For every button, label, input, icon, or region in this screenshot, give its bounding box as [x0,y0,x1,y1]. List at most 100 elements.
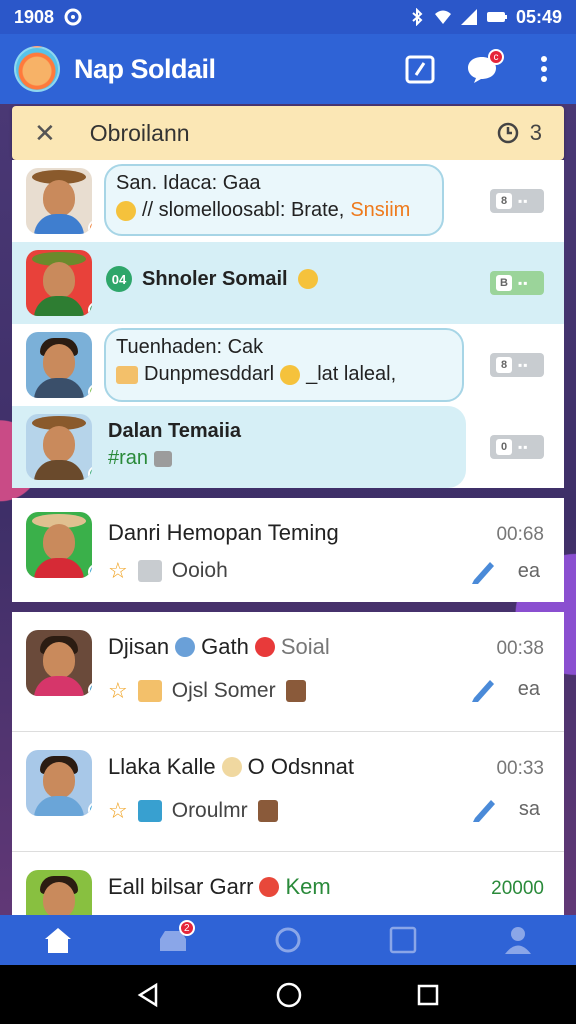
profile-icon [505,927,532,954]
notification-dot: c [488,49,504,65]
emoji-icon [259,877,280,897]
chat-meta: ea [517,677,540,700]
app-bar: Nap Soldail c [0,34,576,104]
pencil-icon [472,800,495,822]
emoji-icon [254,637,275,657]
star-icon: ☆ [108,558,128,583]
battery-icon [486,12,507,22]
pinned-chat-row[interactable]: Dalan Temaiia #ran 0 ▪▪ [12,406,564,488]
filter-bar: ✕ Obroilann 3 [12,106,564,160]
pencil-icon [471,680,494,702]
status-badge: B ▪▪ [490,271,544,295]
image-icon [137,560,162,582]
status-badge: 8 ▪▪ [490,353,544,377]
chat-preview: #ran [108,447,149,469]
chat-preview: ☆ Oroulmr [108,798,278,824]
filter-title: Obroilann [89,119,190,146]
presence-dot [88,466,92,480]
inbox-badge: 2 [178,920,195,936]
status-clock: 05:49 [515,6,562,27]
emoji-icon [116,200,136,221]
chat-time: 00:68 [496,524,544,545]
chat-preview: // slomelloosabl: Brate, [142,199,345,221]
wifi-icon [434,10,451,24]
system-navigation [0,965,576,1024]
nav-cards[interactable] [383,920,423,960]
home-button-icon[interactable] [275,981,303,1009]
chat-preview: ☆ Ojsl Somer [108,678,306,704]
presence-dot [88,384,92,398]
chats-card: Danri Hemopan Teming ☆ Ooioh 00:68 ea [12,498,564,602]
chat-meta: ea [517,559,540,582]
avatar [26,870,92,915]
chat-row[interactable]: Llaka Kalle O Odsnnat ☆ Oroulmr 00:33 sa [12,732,564,852]
message-bubble: Tuenhaden: Cak Dunpmesddarl _lat laleal, [104,328,464,402]
emoji-icon [280,364,301,385]
pinned-group: San. Idaca: Gaa // slomelloosabl: Brate,… [12,160,564,488]
overflow-menu-button[interactable] [526,51,562,87]
avatar [26,512,92,578]
chat-title: San. Idaca: Gaa [116,172,261,194]
vpn-icon [64,8,82,26]
presence-dot [88,302,92,316]
document-icon [137,680,162,702]
presence-dot [88,564,92,578]
home-icon [44,928,71,953]
compose-button[interactable] [402,51,438,87]
emoji-icon [297,269,318,289]
chat-time: 00:38 [496,638,544,659]
chat-title: Eall bilsar Garr Kem [108,874,331,899]
chat-preview: Dunpmesddarl [144,363,275,385]
bluetooth-icon [412,8,423,26]
chat-title: Djisan Gath Soial [108,634,330,659]
chat-time: 20000 [491,878,544,899]
pinned-chat-row[interactable]: 04 Shnoler Somail B ▪▪ [12,242,564,324]
status-time: 1908 [14,6,55,27]
close-filter-button[interactable]: ✕ [34,118,56,149]
avatar [26,250,92,316]
star-icon: ☆ [108,798,128,823]
presence-dot [88,802,92,816]
bottom-navigation: 2 [0,915,576,965]
card-icon [389,926,417,954]
nav-home[interactable] [38,920,78,960]
status-bar: 1908 05:49 [0,0,576,34]
chat-row[interactable]: Danri Hemopan Teming ☆ Ooioh 00:68 ea [12,498,564,602]
emoji-icon [175,637,196,657]
more-vert-icon [541,56,547,82]
pinned-chat-row[interactable]: San. Idaca: Gaa // slomelloosabl: Brate,… [12,160,564,242]
chat-row[interactable]: Eall bilsar Garr Kem 20000 [12,852,564,915]
emoji-icon [221,757,242,777]
chat-list: San. Idaca: Gaa // slomelloosabl: Brate,… [12,160,564,915]
chats-card: Djisan Gath Soial ☆ Ojsl Somer 00:38 ea Lla… [12,612,564,915]
avatar [26,332,92,398]
recents-icon[interactable] [416,983,440,1007]
nav-inbox[interactable]: 2 [153,920,195,960]
back-icon[interactable] [136,982,162,1008]
status-badge: 0 ▪▪ [490,435,544,459]
avatar [26,630,92,696]
chat-title: Danri Hemopan Teming [108,520,339,545]
cup-icon [285,680,306,702]
attachment-icon [154,450,173,467]
pinned-chat-row[interactable]: Tuenhaden: Cak Dunpmesddarl _lat laleal, … [12,324,564,406]
filter-count-value: 3 [529,120,542,145]
status-badge: 8 ▪▪ [490,189,544,213]
app-title: Nap Soldail [74,53,216,84]
nav-profile[interactable] [498,920,538,960]
presence-dot [88,220,92,234]
chat-title: Tuenhaden: Cak [116,336,264,358]
presence-dot [88,682,92,696]
chat-time: 00:33 [496,758,544,779]
filter-count: 3 [496,120,542,146]
chat-preview: ☆ Ooioh [108,558,228,583]
avatar [26,750,92,816]
chat-row[interactable]: Djisan Gath Soial ☆ Ojsl Somer 00:38 ea [12,612,564,732]
nav-refresh[interactable] [268,920,308,960]
compose-icon [405,55,435,84]
avatar [26,168,92,234]
chat-preview-accent: Snsiim [350,199,411,221]
chat-notifications-button[interactable]: c [464,49,504,87]
refresh-icon [275,927,301,953]
timer-icon [497,122,518,144]
